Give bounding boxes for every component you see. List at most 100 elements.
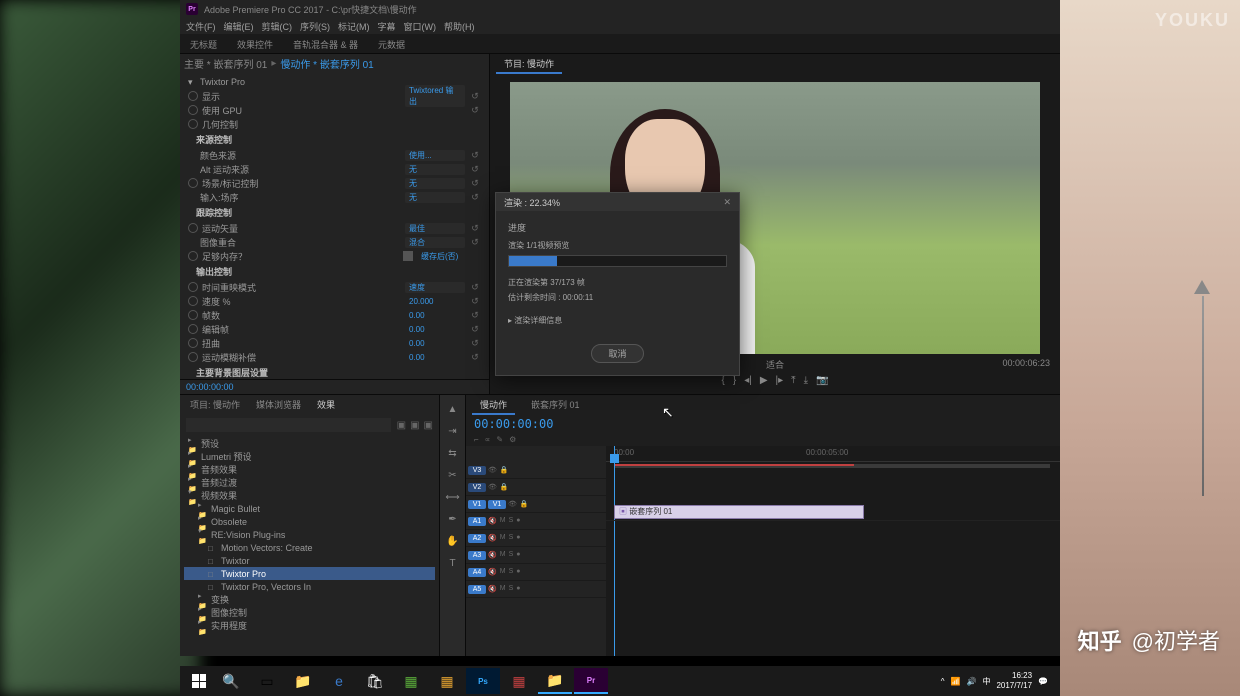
time-ruler[interactable]: 00:00 00:00:05:00 bbox=[606, 446, 1060, 462]
timeline-timecode[interactable]: 00:00:00:00 bbox=[466, 415, 1060, 433]
audio-track-header[interactable]: A4🔇MS● bbox=[466, 564, 606, 581]
store-icon[interactable]: 🛍 bbox=[358, 668, 392, 694]
step-back-icon[interactable]: ◂| bbox=[744, 375, 752, 386]
mark-in-icon[interactable]: { bbox=[722, 375, 725, 386]
tree-item[interactable]: Lumetri 预设 bbox=[184, 450, 435, 463]
audio-track-header[interactable]: A5🔇MS● bbox=[466, 581, 606, 598]
search-icon[interactable]: 🔍 bbox=[214, 668, 248, 694]
seq-tab-0[interactable]: 慢动作 bbox=[472, 395, 515, 415]
cancel-button[interactable]: 取消 bbox=[591, 344, 643, 363]
fx-section-output[interactable]: 输出控制 bbox=[184, 263, 485, 280]
tab-project[interactable]: 项目: 慢动作 bbox=[184, 395, 246, 415]
pen-tool-icon[interactable]: ✒ bbox=[445, 511, 461, 527]
type-tool-icon[interactable]: T bbox=[445, 555, 461, 571]
audio-track-header[interactable]: A1🔇MS● bbox=[466, 513, 606, 530]
slip-tool-icon[interactable]: ⟷ bbox=[445, 489, 461, 505]
fx-section-source[interactable]: 来源控制 bbox=[184, 131, 485, 148]
ws-tab-2[interactable]: 音轨混合器 & 器 bbox=[283, 34, 368, 53]
tree-item[interactable]: 图像控制 bbox=[184, 606, 435, 619]
fx-timecode[interactable]: 00:00:00:00 bbox=[180, 379, 489, 394]
mark-out-icon[interactable]: } bbox=[733, 375, 736, 386]
keyframe-toggle[interactable] bbox=[188, 105, 198, 115]
photoshop-icon[interactable]: Ps bbox=[466, 668, 500, 694]
taskview-icon[interactable]: ▭ bbox=[250, 668, 284, 694]
preset-icon[interactable]: ▣ bbox=[397, 420, 406, 431]
reset-icon[interactable]: ↺ bbox=[469, 91, 481, 102]
extract-icon[interactable]: ⤓ bbox=[804, 375, 808, 386]
timeline-content[interactable]: 00:00 00:00:05:00 ▣ 嵌套序列 01 bbox=[606, 446, 1060, 656]
menu-edit[interactable]: 编辑(E) bbox=[224, 20, 254, 33]
tree-item[interactable]: 视频效果 bbox=[184, 489, 435, 502]
hand-tool-icon[interactable]: ✋ bbox=[445, 533, 461, 549]
keyframe-toggle[interactable] bbox=[188, 119, 198, 129]
playhead[interactable] bbox=[614, 446, 615, 656]
tree-item[interactable]: Motion Vectors: Create bbox=[184, 541, 435, 554]
explorer-icon[interactable]: 📁 bbox=[286, 668, 320, 694]
ime-icon[interactable]: 中 bbox=[982, 676, 990, 687]
start-button[interactable] bbox=[184, 668, 214, 694]
tree-item[interactable]: Twixtor bbox=[184, 554, 435, 567]
menu-marker[interactable]: 标记(M) bbox=[338, 20, 370, 33]
fx-clip[interactable]: 慢动作 * 嵌套序列 01 bbox=[280, 56, 373, 71]
effects-search-input[interactable] bbox=[186, 418, 391, 432]
video-track-header[interactable]: V2👁🔒 bbox=[466, 479, 606, 496]
tree-item[interactable]: 预设 bbox=[184, 437, 435, 450]
step-fwd-icon[interactable]: |▸ bbox=[776, 375, 784, 386]
link-icon[interactable]: ∝ bbox=[485, 435, 491, 444]
program-tab[interactable]: 节目: 慢动作 bbox=[496, 54, 562, 74]
menu-sequence[interactable]: 序列(S) bbox=[300, 20, 330, 33]
tree-item[interactable]: RE:Vision Plug-ins bbox=[184, 528, 435, 541]
tree-item[interactable]: Obsolete bbox=[184, 515, 435, 528]
fx-section-track[interactable]: 跟踪控制 bbox=[184, 204, 485, 221]
titlebar[interactable]: Pr Adobe Premiere Pro CC 2017 - C:\pr快捷文… bbox=[180, 0, 1060, 18]
preset-icon[interactable]: ▣ bbox=[424, 420, 433, 431]
app-icon-green[interactable]: ▦ bbox=[394, 668, 428, 694]
selection-tool-icon[interactable]: ▲ bbox=[445, 401, 461, 417]
tree-item[interactable]: Magic Bullet bbox=[184, 502, 435, 515]
explorer-running-icon[interactable]: 📁 bbox=[538, 668, 572, 694]
volume-icon[interactable]: 🔊 bbox=[966, 677, 976, 686]
notifications-icon[interactable]: 💬 bbox=[1038, 677, 1048, 686]
checkbox[interactable] bbox=[403, 251, 413, 261]
menu-title[interactable]: 字幕 bbox=[378, 20, 396, 33]
ws-tab-0[interactable]: 无标题 bbox=[180, 34, 227, 53]
audio-track-header[interactable]: A3🔇MS● bbox=[466, 547, 606, 564]
audio-track-header[interactable]: A2🔇MS● bbox=[466, 530, 606, 547]
ripple-tool-icon[interactable]: ⇆ bbox=[445, 445, 461, 461]
tree-item[interactable]: 实用程度 bbox=[184, 619, 435, 632]
menu-help[interactable]: 帮助(H) bbox=[444, 20, 475, 33]
expand-details[interactable]: ▸ 渲染详细信息 bbox=[508, 315, 727, 326]
track-select-tool-icon[interactable]: ⇥ bbox=[445, 423, 461, 439]
snap-icon[interactable]: ⌐ bbox=[474, 435, 479, 444]
effects-tree[interactable]: 预设Lumetri 预设音频效果音频过渡视频效果Magic BulletObso… bbox=[180, 435, 439, 656]
tree-item[interactable]: Twixtor Pro bbox=[184, 567, 435, 580]
premiere-running-icon[interactable]: Pr bbox=[574, 668, 608, 694]
lift-icon[interactable]: ⤒ bbox=[791, 375, 795, 386]
video-clip[interactable]: ▣ 嵌套序列 01 bbox=[614, 505, 864, 519]
menu-clip[interactable]: 剪辑(C) bbox=[262, 20, 293, 33]
app-icon-yellow[interactable]: ▦ bbox=[430, 668, 464, 694]
razor-tool-icon[interactable]: ✂ bbox=[445, 467, 461, 483]
ws-tab-1[interactable]: 效果控件 bbox=[227, 34, 283, 53]
app-icon-red[interactable]: ▦ bbox=[502, 668, 536, 694]
preset-icon[interactable]: ▣ bbox=[410, 420, 419, 431]
network-icon[interactable]: 📶 bbox=[951, 677, 961, 686]
marker-icon[interactable]: ✎ bbox=[496, 435, 503, 444]
ws-tab-3[interactable]: 元数据 bbox=[368, 34, 415, 53]
reset-icon[interactable]: ↺ bbox=[469, 105, 481, 116]
edge-icon[interactable]: e bbox=[322, 668, 356, 694]
tab-media[interactable]: 媒体浏览器 bbox=[250, 395, 307, 415]
tree-item[interactable]: Twixtor Pro, Vectors In bbox=[184, 580, 435, 593]
video-track-header[interactable]: V3👁🔒 bbox=[466, 462, 606, 479]
menu-window[interactable]: 窗口(W) bbox=[404, 20, 437, 33]
fx-section-bg[interactable]: 主要背景图层设置 bbox=[184, 364, 485, 379]
menu-file[interactable]: 文件(F) bbox=[186, 20, 216, 33]
tree-item[interactable]: 音频效果 bbox=[184, 463, 435, 476]
keyframe-toggle[interactable] bbox=[188, 91, 198, 101]
export-frame-icon[interactable]: 📷 bbox=[816, 375, 828, 386]
seq-tab-1[interactable]: 嵌套序列 01 bbox=[523, 395, 588, 415]
settings-icon[interactable]: ⚙ bbox=[509, 435, 516, 444]
close-icon[interactable]: ✕ bbox=[723, 197, 731, 208]
tray-up-icon[interactable]: ^ bbox=[941, 677, 945, 686]
tree-item[interactable]: 音频过渡 bbox=[184, 476, 435, 489]
